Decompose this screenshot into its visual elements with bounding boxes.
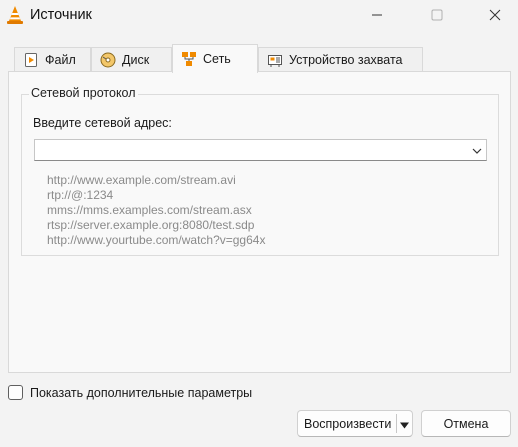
open-media-dialog: Источник Файл Диск Сеть Устройство захва… [0,0,518,447]
cancel-button-label: Отмена [443,416,489,431]
capture-card-icon [267,52,283,68]
example-url: http://www.yourtube.com/watch?v=gg64x [47,233,266,247]
group-title: Сетевой протокол [29,86,138,100]
tab-network-label: Сеть [203,52,231,66]
caret-down-icon[interactable] [399,419,410,429]
play-button-divider [396,414,397,433]
show-more-checkbox[interactable] [8,385,23,400]
network-address-combo[interactable] [34,139,487,161]
tab-disc[interactable]: Диск [91,47,172,72]
tab-capture-device-label: Устройство захвата [289,53,403,67]
window-title: Источник [30,7,92,23]
network-tab-panel: Сетевой протокол Введите сетевой адрес: … [8,71,511,373]
tab-capture-device[interactable]: Устройство захвата [258,47,423,72]
network-icon [181,51,197,67]
show-more-label[interactable]: Показать дополнительные параметры [30,386,252,400]
maximize-button[interactable] [414,0,460,30]
close-button[interactable] [472,0,518,30]
play-button-label: Воспроизвести [304,416,392,431]
network-address-input[interactable] [35,140,455,160]
source-tabs: Файл Диск Сеть Устройство захвата [0,44,518,73]
example-url: mms://mms.examples.com/stream.asx [47,203,252,217]
address-label: Введите сетевой адрес: [33,116,172,130]
tab-file-label: Файл [45,53,76,67]
minimize-icon [372,14,382,16]
example-url: rtsp://server.example.org:8080/test.sdp [47,218,255,232]
tab-file[interactable]: Файл [14,47,91,72]
example-url: rtp://@:1234 [47,188,114,202]
chevron-down-icon[interactable] [472,145,482,155]
close-icon [489,9,501,21]
minimize-button[interactable] [354,0,400,30]
example-urls: http://www.example.com/stream.avi rtp://… [47,173,265,248]
cancel-button[interactable]: Отмена [421,410,511,437]
maximize-icon [431,9,443,21]
show-more-options[interactable]: Показать дополнительные параметры [8,385,252,400]
file-play-icon [23,52,39,68]
title-bar: Источник [0,0,518,32]
disc-icon [100,52,116,68]
network-protocol-group: Сетевой протокол Введите сетевой адрес: … [21,86,499,256]
tab-network[interactable]: Сеть [172,44,258,73]
tab-disc-label: Диск [122,53,150,67]
example-url: http://www.example.com/stream.avi [47,173,236,187]
vlc-cone-icon [6,5,24,25]
play-button[interactable]: Воспроизвести [297,410,413,437]
